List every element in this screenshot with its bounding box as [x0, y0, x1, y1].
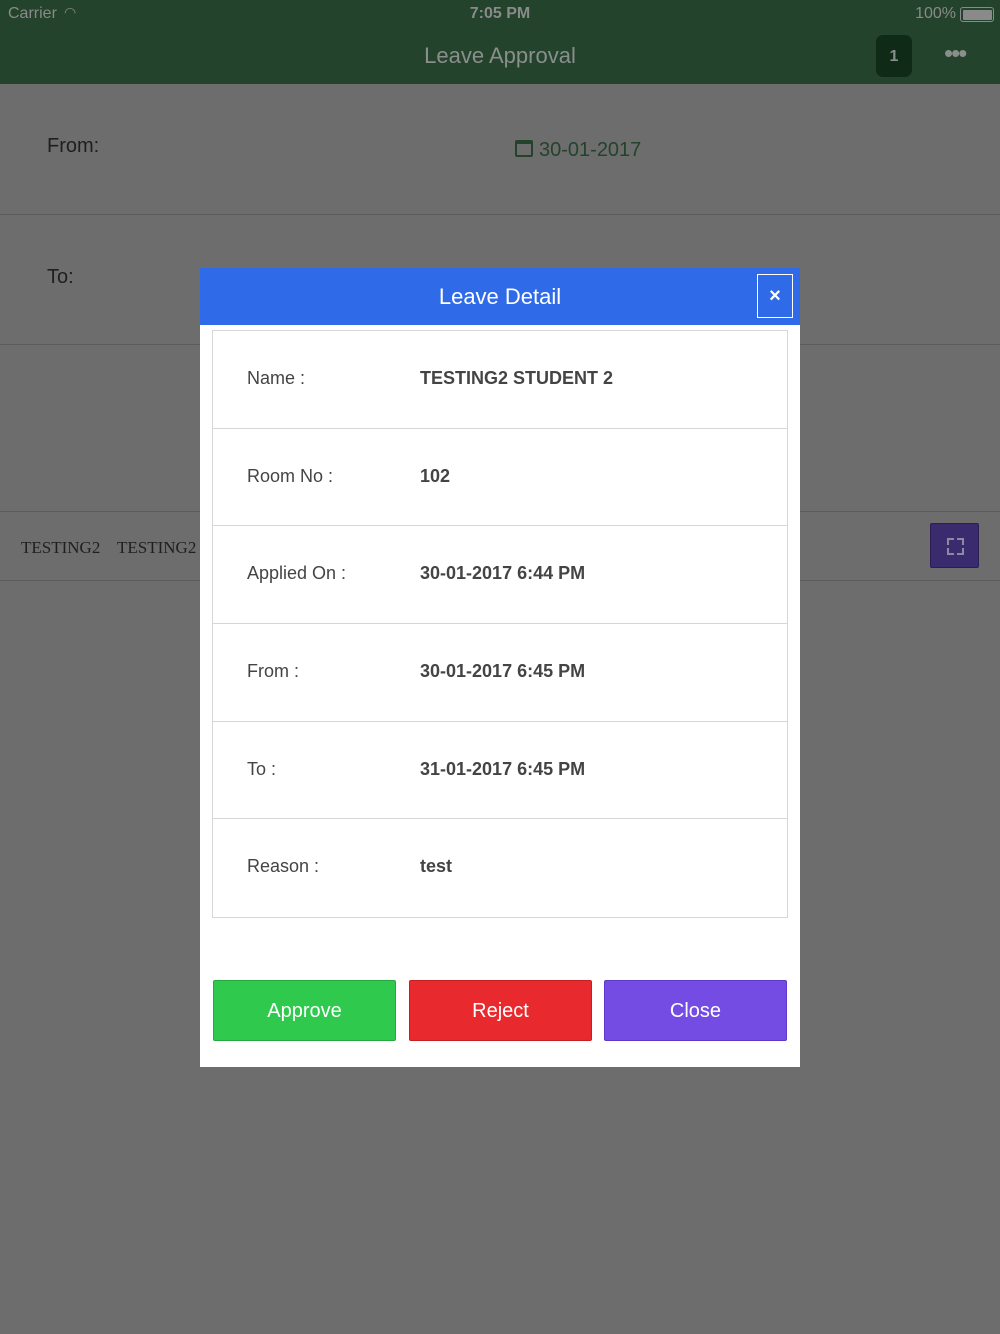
approve-button[interactable]: Approve: [213, 980, 396, 1041]
expand-button[interactable]: [930, 523, 979, 568]
detail-row-from: From : 30-01-2017 6:45 PM: [213, 624, 787, 722]
detail-value: 31-01-2017 6:45 PM: [420, 758, 586, 779]
battery-icon: [960, 7, 994, 22]
detail-value: 30-01-2017 6:45 PM: [420, 661, 586, 682]
modal-header: Leave Detail ×: [200, 268, 800, 325]
expand-icon-part: [957, 538, 964, 545]
detail-label: To :: [247, 758, 277, 779]
from-filter-row: From: 30-01-2017: [0, 84, 1000, 215]
list-cell: TESTING2: [21, 538, 101, 557]
expand-icon: [947, 538, 954, 545]
detail-label: From :: [247, 661, 299, 682]
detail-value: 102: [420, 465, 451, 486]
detail-label: Name :: [247, 368, 306, 388]
detail-value: TESTING2 STUDENT 2: [420, 368, 614, 388]
more-options-icon[interactable]: •••: [944, 38, 967, 69]
from-date-picker[interactable]: 30-01-2017: [515, 139, 641, 162]
to-label: To:: [47, 266, 74, 288]
list-cell: TESTING2: [117, 538, 197, 557]
status-bar: Carrier ◠ 7:05 PM 100%: [0, 0, 1000, 28]
notification-badge[interactable]: 1: [876, 35, 912, 77]
detail-value: test: [420, 856, 453, 877]
calendar-icon: [515, 140, 533, 157]
battery-percent: 100%: [915, 5, 956, 22]
from-label: From:: [47, 135, 100, 157]
close-button[interactable]: Close: [604, 980, 787, 1041]
page-title: Leave Approval: [424, 43, 576, 68]
detail-label: Applied On :: [247, 563, 347, 584]
leave-detail-modal: Leave Detail × Name : TESTING2 STUDENT 2…: [200, 268, 800, 1067]
from-date-value: 30-01-2017: [539, 139, 642, 161]
detail-row-room: Room No : 102: [213, 429, 787, 527]
detail-row-to: To : 31-01-2017 6:45 PM: [213, 722, 787, 820]
detail-row-reason: Reason : test: [213, 819, 787, 917]
detail-label: Room No :: [247, 465, 334, 486]
modal-title: Leave Detail: [438, 284, 562, 309]
detail-row-name: Name : TESTING2 STUDENT 2: [213, 331, 787, 429]
expand-icon-part: [947, 548, 954, 555]
status-time: 7:05 PM: [469, 5, 531, 22]
detail-row-applied-on: Applied On : 30-01-2017 6:44 PM: [213, 526, 787, 625]
detail-value: 30-01-2017 6:44 PM: [420, 563, 586, 584]
reject-button[interactable]: Reject: [409, 980, 592, 1041]
navigation-bar: Leave Approval 1 •••: [0, 28, 1000, 84]
detail-table: Name : TESTING2 STUDENT 2 Room No : 102 …: [212, 330, 788, 919]
detail-label: Reason :: [247, 856, 320, 877]
expand-icon-part: [957, 548, 964, 555]
close-icon[interactable]: ×: [757, 274, 793, 318]
